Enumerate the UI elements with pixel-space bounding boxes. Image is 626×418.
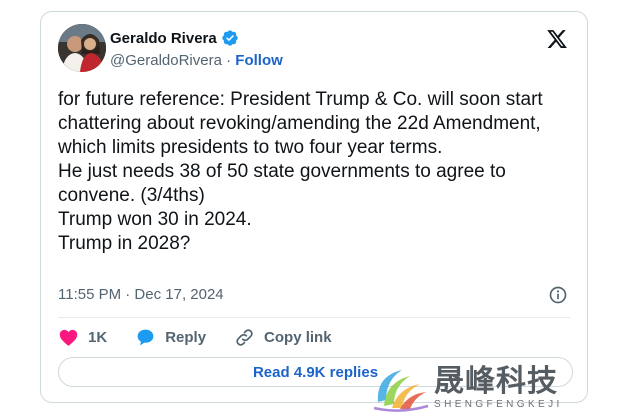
divider bbox=[58, 317, 570, 318]
info-icon[interactable] bbox=[548, 285, 568, 305]
like-count: 1K bbox=[88, 328, 108, 346]
heart-icon bbox=[59, 329, 78, 346]
reply-label: Reply bbox=[165, 328, 207, 346]
copy-link-button[interactable]: Copy link bbox=[234, 327, 332, 348]
timestamp[interactable]: 11:55 PM · Dec 17, 2024 bbox=[58, 286, 224, 303]
reply-button[interactable]: Reply bbox=[135, 327, 206, 348]
handle-row: @GeraldoRivera · Follow bbox=[110, 52, 283, 69]
author-handle[interactable]: @GeraldoRivera bbox=[110, 52, 222, 69]
like-button[interactable]: 1K bbox=[58, 327, 107, 348]
separator-dot: · bbox=[226, 52, 232, 69]
watermark-chinese: 晟峰科技 bbox=[434, 365, 558, 398]
read-replies-label: Read 4.9K replies bbox=[252, 363, 379, 381]
copy-link-label: Copy link bbox=[264, 328, 332, 346]
avatar-photo bbox=[58, 24, 106, 72]
x-logo-icon[interactable] bbox=[546, 28, 568, 50]
reply-bubble-icon bbox=[137, 329, 154, 345]
watermark: 晟峰科技 SHENGFENGKEJI bbox=[372, 362, 572, 414]
watermark-english: SHENGFENGKEJI bbox=[434, 399, 563, 410]
link-icon bbox=[236, 328, 253, 346]
tweet-card: Geraldo Rivera @GeraldoRivera · Follow f… bbox=[40, 11, 588, 403]
avatar[interactable] bbox=[58, 24, 106, 72]
tweet-text: for future reference: President Trump & … bbox=[58, 89, 543, 254]
verified-badge-icon bbox=[222, 30, 238, 46]
follow-button[interactable]: Follow bbox=[235, 52, 283, 69]
author-name[interactable]: Geraldo Rivera bbox=[110, 29, 239, 47]
author-name-text: Geraldo Rivera bbox=[110, 29, 217, 47]
action-bar: 1K Reply Copy link bbox=[58, 325, 360, 349]
watermark-logo-icon bbox=[373, 370, 429, 412]
